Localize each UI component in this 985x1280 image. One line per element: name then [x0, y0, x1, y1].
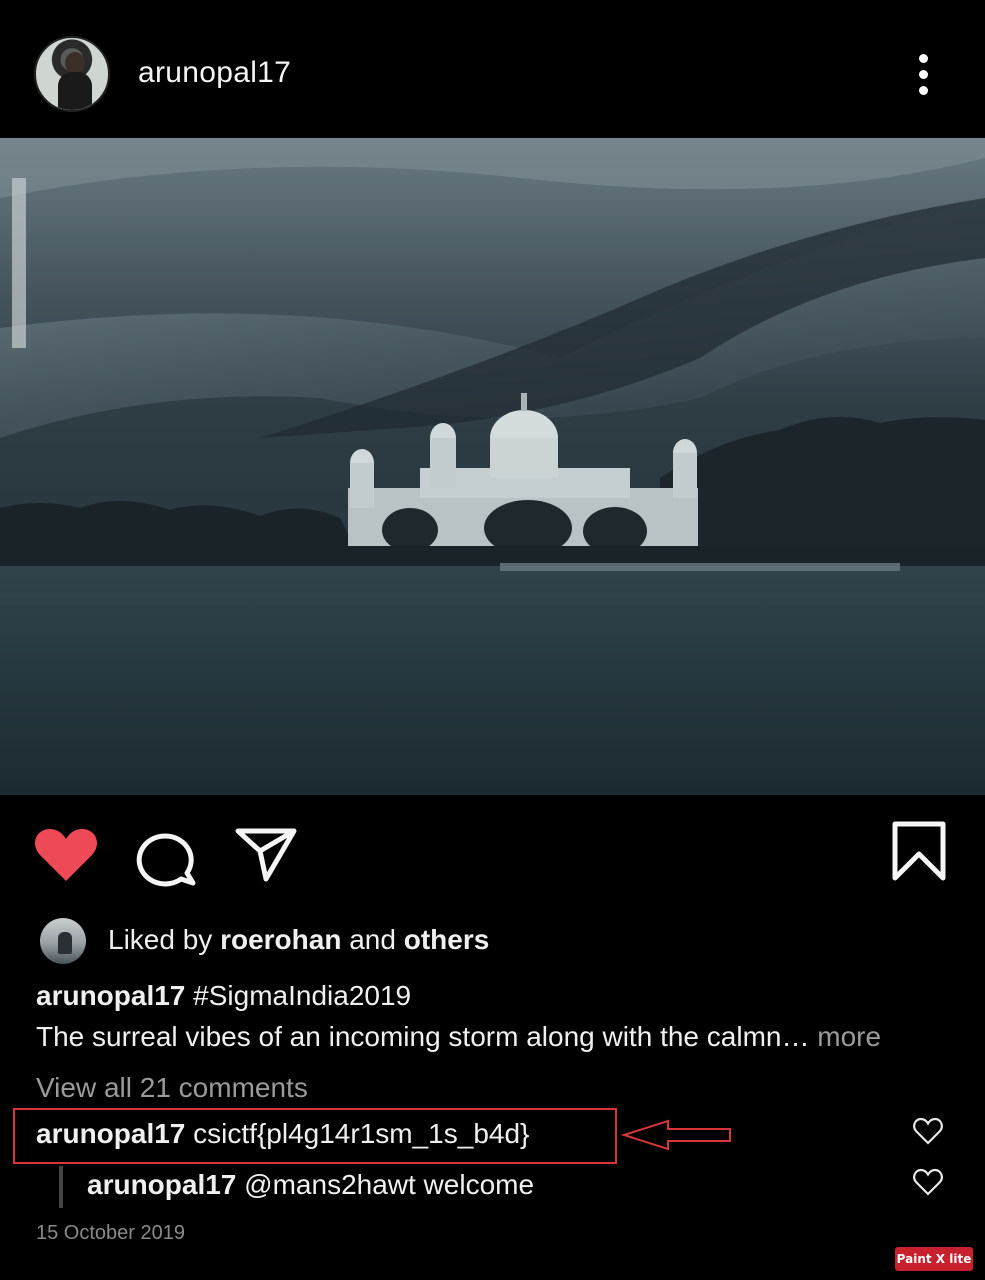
liker-avatar[interactable] [40, 918, 86, 964]
view-all-comments-link[interactable]: View all 21 comments [36, 1072, 308, 1104]
avatar-body [58, 72, 92, 110]
liker-username[interactable]: roerohan [220, 924, 341, 955]
likes-middle: and [341, 924, 404, 955]
heart-filled-icon[interactable] [34, 827, 98, 883]
send-icon[interactable] [234, 825, 298, 883]
caption-more-link[interactable]: more [809, 1021, 881, 1052]
heart-outline-icon[interactable] [913, 1168, 943, 1196]
likes-prefix: Liked by [108, 924, 221, 955]
likes-others[interactable]: others [404, 924, 490, 955]
reply-thread-line [59, 1166, 63, 1208]
header-username[interactable]: arunopal17 [138, 56, 291, 90]
comment-icon[interactable] [135, 827, 199, 887]
annotation-highlight-box [13, 1108, 617, 1164]
paint-x-lite-watermark: Paint X lite [895, 1247, 973, 1271]
reply-text: @mans2hawt welcome [236, 1169, 535, 1200]
annotation-arrow-icon [620, 1119, 731, 1151]
caption-body: The surreal vibes of an incoming storm a… [36, 1021, 810, 1052]
avatar-head [65, 52, 85, 74]
more-vertical-icon[interactable] [912, 52, 936, 96]
reply-item: arunopal17 @mans2hawt welcome [87, 1169, 534, 1201]
action-bar [0, 815, 985, 895]
caption-hashtag[interactable]: #SigmaIndia2019 [185, 980, 411, 1011]
post-header: arunopal17 [0, 0, 985, 138]
post-photo[interactable] [0, 138, 985, 795]
reply-username[interactable]: arunopal17 [87, 1169, 236, 1200]
victoria-memorial-photo [0, 138, 985, 795]
heart-outline-icon[interactable] [913, 1117, 943, 1145]
caption-username[interactable]: arunopal17 [36, 980, 185, 1011]
caption-header: arunopal17 #SigmaIndia2019 [36, 980, 411, 1012]
caption-text: The surreal vibes of an incoming storm a… [36, 1021, 881, 1053]
bookmark-icon[interactable] [890, 820, 948, 884]
likes-summary[interactable]: Liked by roerohan and others [108, 924, 489, 956]
post-date: 15 October 2019 [36, 1222, 185, 1244]
user-avatar[interactable] [34, 36, 110, 112]
